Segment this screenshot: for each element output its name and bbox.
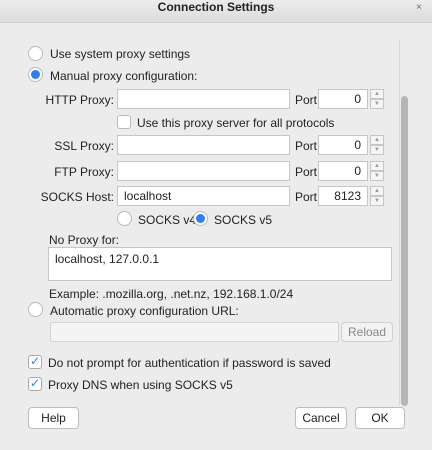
socks-port-stepper[interactable]: ▲ ▼ [370, 186, 384, 206]
scrollbar-thumb[interactable] [401, 96, 408, 406]
auto-config-label: Automatic proxy configuration URL: [50, 304, 239, 318]
cancel-button[interactable]: Cancel [295, 407, 347, 429]
ssl-port-stepper[interactable]: ▲ ▼ [370, 135, 384, 155]
radio-manual-proxy[interactable] [28, 67, 43, 82]
socks-host-label: SOCKS Host: [40, 190, 114, 204]
ftp-port-stepper[interactable]: ▲ ▼ [370, 161, 384, 181]
scrollbar-track [399, 40, 400, 406]
socks-host-input[interactable]: localhost [117, 186, 290, 206]
stepper-up-icon[interactable]: ▲ [370, 161, 384, 171]
ssl-port-input[interactable]: 0 [318, 135, 368, 155]
no-proxy-label: No Proxy for: [49, 233, 120, 247]
http-port-stepper[interactable]: ▲ ▼ [370, 89, 384, 109]
window-title: Connection Settings [157, 0, 275, 14]
stepper-down-icon[interactable]: ▼ [370, 196, 384, 206]
radio-socks-v5[interactable] [193, 211, 208, 226]
ssl-proxy-input[interactable] [117, 135, 290, 155]
radio-socks-v4[interactable] [117, 211, 132, 226]
auto-config-url-input[interactable] [50, 322, 339, 342]
proxy-dns-label: Proxy DNS when using SOCKS v5 [48, 378, 233, 392]
stepper-down-icon[interactable]: ▼ [370, 171, 384, 181]
proxy-dns-checkbox[interactable] [28, 376, 42, 391]
ssl-proxy-label: SSL Proxy: [54, 139, 114, 153]
share-all-checkbox[interactable] [117, 115, 131, 129]
ftp-proxy-input[interactable] [117, 161, 290, 181]
no-auth-prompt-label: Do not prompt for authentication if pass… [48, 356, 331, 370]
no-proxy-example: Example: .mozilla.org, .net.nz, 192.168.… [49, 287, 294, 301]
stepper-up-icon[interactable]: ▲ [370, 186, 384, 196]
ftp-port-label: Port: [295, 165, 321, 179]
stepper-down-icon[interactable]: ▼ [370, 99, 384, 109]
http-port-label: Port: [295, 93, 321, 107]
help-button[interactable]: Help [28, 407, 79, 429]
radio-system-proxy[interactable] [28, 46, 43, 61]
socks-port-label: Port: [295, 190, 321, 204]
no-auth-prompt-checkbox[interactable] [28, 354, 42, 369]
ftp-port-input[interactable]: 0 [318, 161, 368, 181]
socks-v4-label: SOCKS v4 [138, 213, 197, 227]
radio-auto-config[interactable] [28, 302, 43, 317]
http-proxy-label: HTTP Proxy: [45, 93, 114, 107]
reload-button[interactable]: Reload [341, 322, 393, 342]
stepper-down-icon[interactable]: ▼ [370, 145, 384, 155]
http-proxy-input[interactable] [117, 89, 290, 109]
ftp-proxy-label: FTP Proxy: [54, 165, 114, 179]
ok-button[interactable]: OK [355, 407, 405, 429]
socks-port-input[interactable]: 8123 [318, 186, 368, 206]
manual-proxy-label: Manual proxy configuration: [50, 69, 198, 83]
no-proxy-textarea[interactable]: localhost, 127.0.0.1 [48, 247, 392, 281]
share-all-label: Use this proxy server for all protocols [137, 116, 335, 130]
socks-v5-label: SOCKS v5 [214, 213, 273, 227]
stepper-up-icon[interactable]: ▲ [370, 89, 384, 99]
system-proxy-label: Use system proxy settings [50, 47, 191, 61]
close-icon[interactable]: × [416, 2, 422, 13]
http-port-input[interactable]: 0 [318, 89, 368, 109]
ssl-port-label: Port: [295, 139, 321, 153]
stepper-up-icon[interactable]: ▲ [370, 135, 384, 145]
